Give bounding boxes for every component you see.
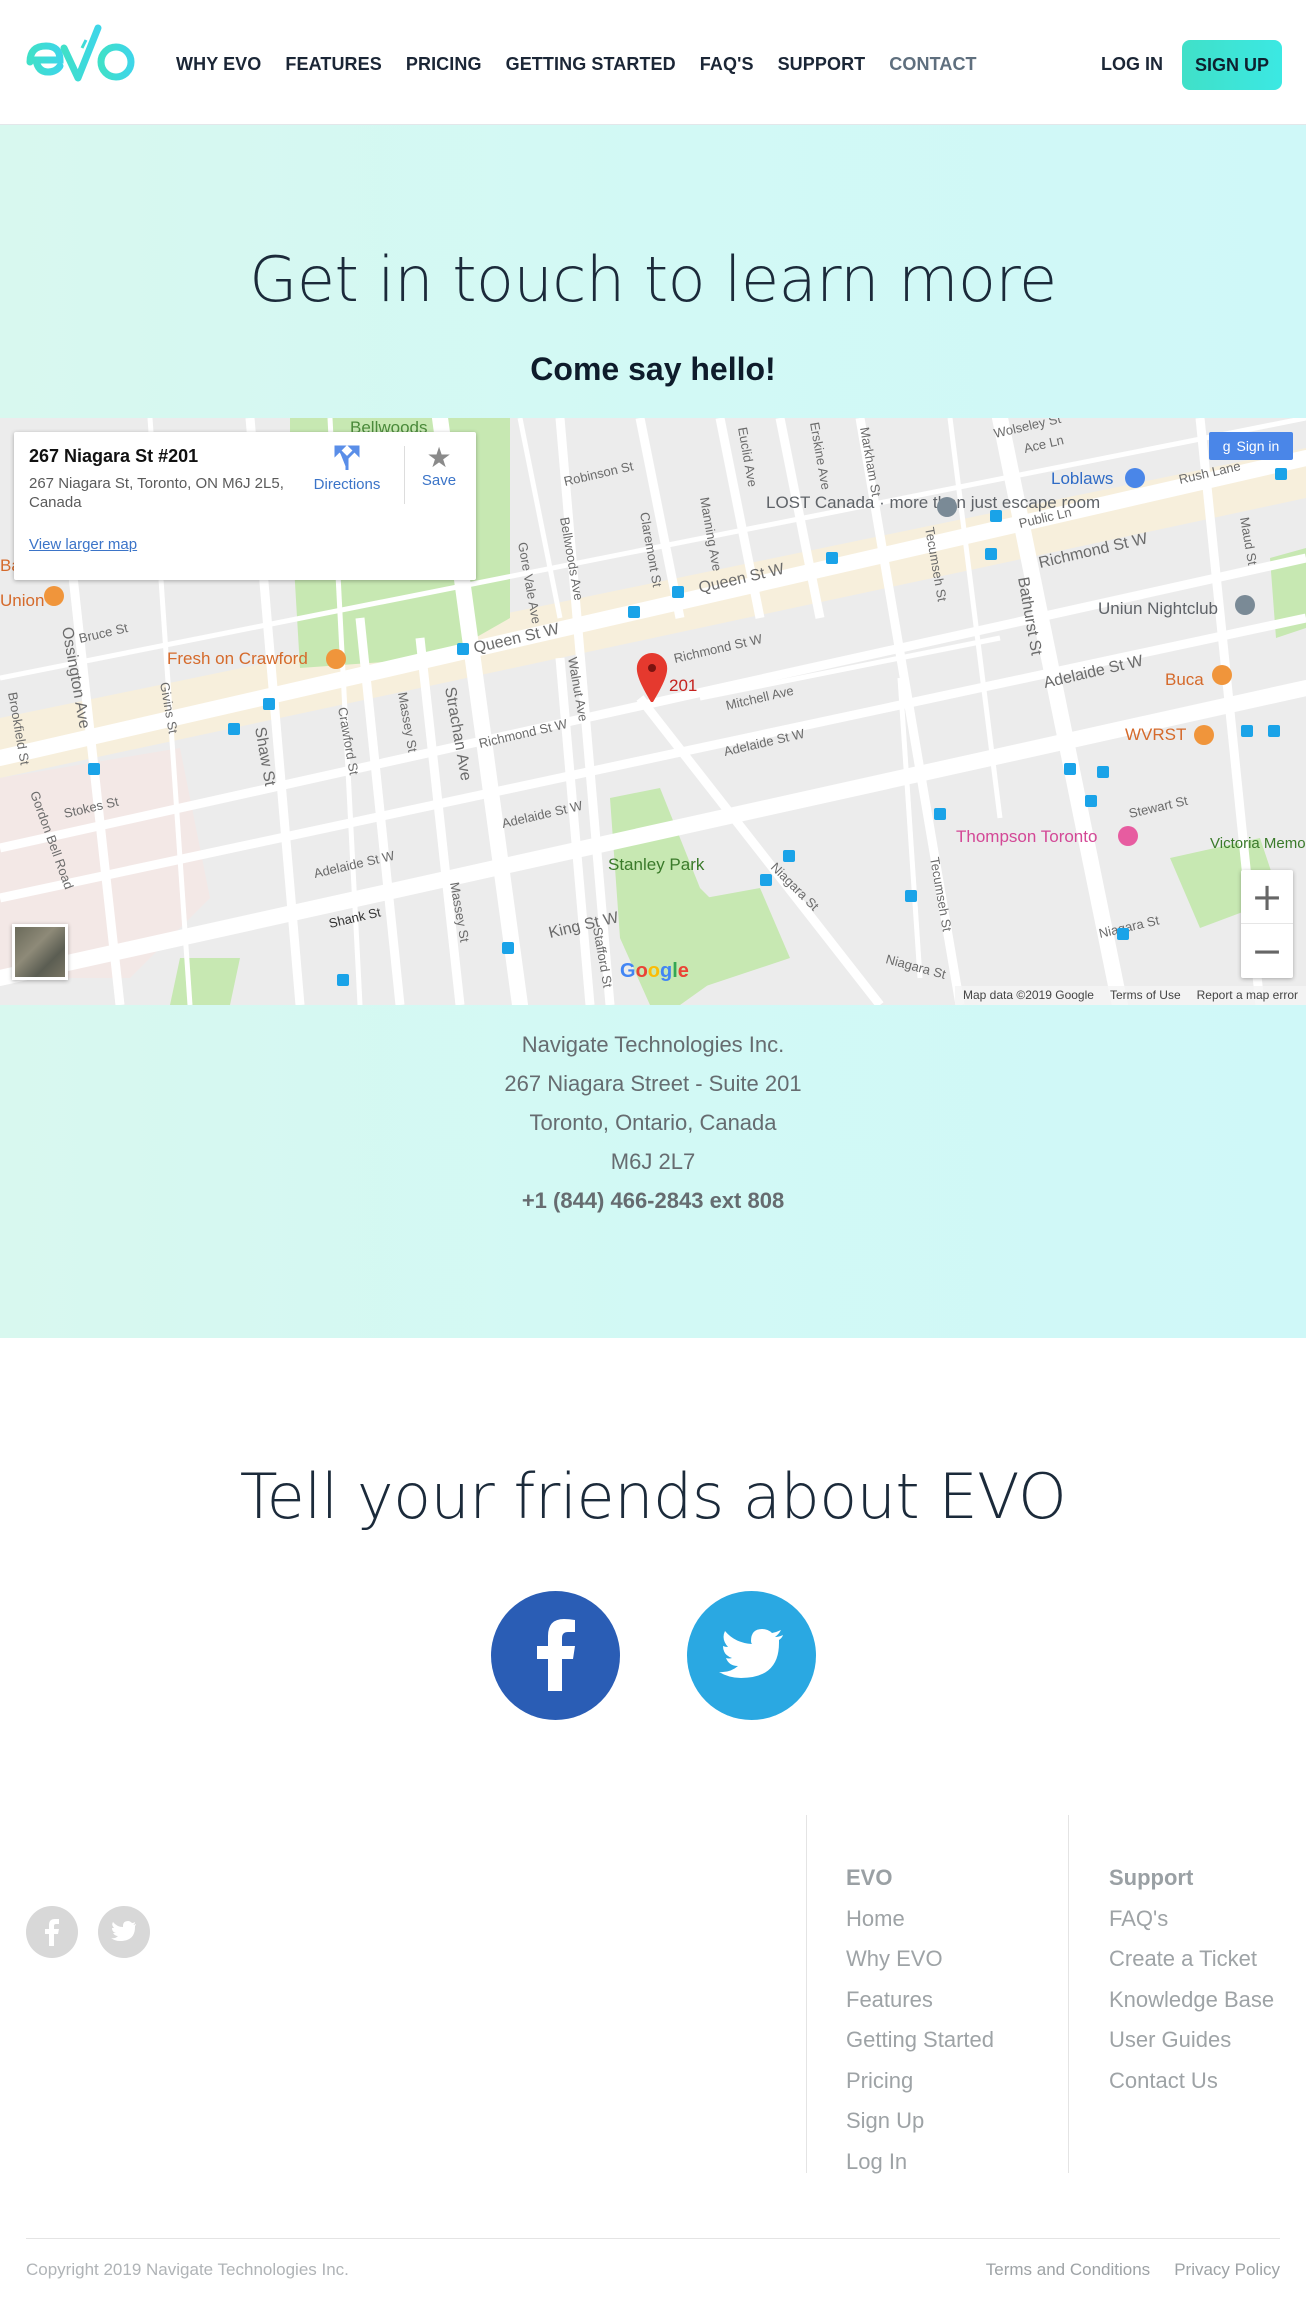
signup-button[interactable]: SIGN UP bbox=[1182, 40, 1282, 90]
footer-link-sign-up[interactable]: Sign Up bbox=[846, 2108, 994, 2149]
company-name: Navigate Technologies Inc. bbox=[521, 1032, 785, 1057]
place-label: Fresh on Crawford bbox=[167, 649, 308, 668]
nav-faqs[interactable]: FAQ'S bbox=[700, 54, 754, 75]
footer-link-knowledge-base[interactable]: Knowledge Base bbox=[1109, 1987, 1274, 2028]
facebook-icon bbox=[45, 1919, 59, 1946]
map-terms-link[interactable]: Terms of Use bbox=[1110, 988, 1181, 1003]
privacy-link[interactable]: Privacy Policy bbox=[1174, 2260, 1280, 2280]
nav-contact[interactable]: CONTACT bbox=[889, 54, 976, 75]
footer-link-features[interactable]: Features bbox=[846, 1987, 994, 2028]
footer-link-log-in[interactable]: Log In bbox=[846, 2149, 994, 2190]
footer-col-heading: Support bbox=[1109, 1865, 1194, 1890]
zoom-in-button[interactable]: + bbox=[1241, 870, 1293, 924]
place-label: Uniun Nightclub bbox=[1098, 599, 1218, 618]
page-title: Get in touch to learn more bbox=[249, 243, 1057, 316]
footer-link-user-guides[interactable]: User Guides bbox=[1109, 2027, 1274, 2068]
share-title: Tell your friends about EVO bbox=[239, 1460, 1067, 1533]
page-subtitle: Come say hello! bbox=[530, 351, 776, 387]
site-header: WHY EVO FEATURES PRICING GETTING STARTED… bbox=[0, 0, 1306, 125]
map-info-card: 267 Niagara St #201 267 Niagara St, Toro… bbox=[14, 432, 476, 580]
save-button[interactable]: ★ Save bbox=[414, 442, 464, 490]
footer-link-create-ticket[interactable]: Create a Ticket bbox=[1109, 1946, 1274, 1987]
footer-facebook-link[interactable] bbox=[26, 1906, 78, 1958]
contact-hero: Get in touch to learn more Come say hell… bbox=[0, 125, 1306, 418]
city-address: Toronto, Ontario, Canada bbox=[529, 1110, 777, 1135]
map-attribution: Map data ©2019 Google Terms of Use Repor… bbox=[955, 986, 1306, 1005]
street-address: 267 Niagara Street - Suite 201 bbox=[504, 1071, 802, 1096]
place-label: Thompson Toronto bbox=[956, 827, 1097, 846]
map-signin-button[interactable]: g Sign in bbox=[1209, 432, 1293, 460]
nav-features[interactable]: FEATURES bbox=[285, 54, 381, 75]
marker-label: 201 bbox=[669, 676, 697, 695]
postal-code: M6J 2L7 bbox=[610, 1149, 696, 1174]
place-label: Buca bbox=[1165, 670, 1204, 689]
copyright-text: Copyright 2019 Navigate Technologies Inc… bbox=[26, 2260, 349, 2279]
main-nav: WHY EVO FEATURES PRICING GETTING STARTED… bbox=[176, 54, 1001, 75]
facebook-share-button[interactable] bbox=[491, 1591, 620, 1720]
footer-col-support: Support FAQ's Create a Ticket Knowledge … bbox=[1109, 1865, 1274, 2108]
footer-link-home[interactable]: Home bbox=[846, 1906, 994, 1947]
signin-label: Sign in bbox=[1236, 438, 1280, 454]
nav-pricing[interactable]: PRICING bbox=[406, 54, 482, 75]
legal-links: Terms and Conditions Privacy Policy bbox=[986, 2260, 1280, 2280]
directions-icon bbox=[334, 445, 360, 470]
info-address: 267 Niagara St, Toronto, ON M6J 2L5, Can… bbox=[29, 475, 284, 511]
facebook-icon bbox=[537, 1619, 575, 1691]
star-icon: ★ bbox=[426, 442, 452, 473]
twitter-share-button[interactable] bbox=[687, 1591, 816, 1720]
place-label: Union bbox=[0, 591, 44, 610]
footer-divider bbox=[806, 1815, 807, 2173]
satellite-toggle[interactable] bbox=[12, 924, 68, 980]
footer-twitter-link[interactable] bbox=[98, 1906, 150, 1958]
map-data-text: Map data ©2019 Google bbox=[963, 988, 1094, 1002]
footer-link-pricing[interactable]: Pricing bbox=[846, 2068, 994, 2109]
place-label: WVRST bbox=[1125, 725, 1186, 744]
map-report-link[interactable]: Report a map error bbox=[1197, 988, 1298, 1003]
place-label: LOST Canada · more than just escape room bbox=[766, 493, 1100, 512]
footer-link-why-evo[interactable]: Why EVO bbox=[846, 1946, 994, 1987]
footer-link-contact-us[interactable]: Contact Us bbox=[1109, 2068, 1274, 2109]
directions-button[interactable]: Directions bbox=[307, 444, 387, 493]
login-link[interactable]: LOG IN bbox=[1101, 54, 1163, 75]
place-label: Loblaws bbox=[1051, 469, 1113, 488]
nav-getting-started[interactable]: GETTING STARTED bbox=[506, 54, 676, 75]
twitter-icon bbox=[111, 1921, 136, 1941]
info-title: 267 Niagara St #201 bbox=[29, 446, 199, 466]
save-label: Save bbox=[421, 472, 457, 489]
divider bbox=[404, 446, 405, 504]
directions-label: Directions bbox=[313, 476, 381, 493]
place-label: Stanley Park bbox=[608, 855, 705, 874]
contact-address: Navigate Technologies Inc. 267 Niagara S… bbox=[0, 1005, 1306, 1338]
terms-link[interactable]: Terms and Conditions bbox=[986, 2260, 1150, 2280]
footer-link-faqs[interactable]: FAQ's bbox=[1109, 1906, 1274, 1947]
footer-col-heading: EVO bbox=[846, 1865, 893, 1890]
twitter-icon bbox=[719, 1629, 783, 1678]
evo-logo[interactable] bbox=[26, 22, 138, 86]
footer-divider bbox=[1068, 1815, 1069, 2173]
nav-why-evo[interactable]: WHY EVO bbox=[176, 54, 261, 75]
zoom-control: + − bbox=[1241, 870, 1293, 978]
footer-col-evo: EVO Home Why EVO Features Getting Starte… bbox=[846, 1865, 994, 2189]
footer-link-getting-started[interactable]: Getting Started bbox=[846, 2027, 994, 2068]
place-label: Victoria Memorial Square bbox=[1210, 835, 1306, 852]
google-logo: Google bbox=[620, 960, 689, 982]
google-plus-icon: g bbox=[1222, 438, 1231, 454]
phone-number[interactable]: +1 (844) 466-2843 ext 808 bbox=[0, 1188, 1306, 1214]
zoom-out-button[interactable]: − bbox=[1241, 924, 1293, 978]
footer-rule bbox=[26, 2238, 1280, 2239]
google-map[interactable]: Queen St W Queen St W Richmond St W Rich… bbox=[0, 418, 1306, 1005]
nav-support[interactable]: SUPPORT bbox=[778, 54, 866, 75]
view-larger-map-link[interactable]: View larger map bbox=[29, 536, 137, 553]
